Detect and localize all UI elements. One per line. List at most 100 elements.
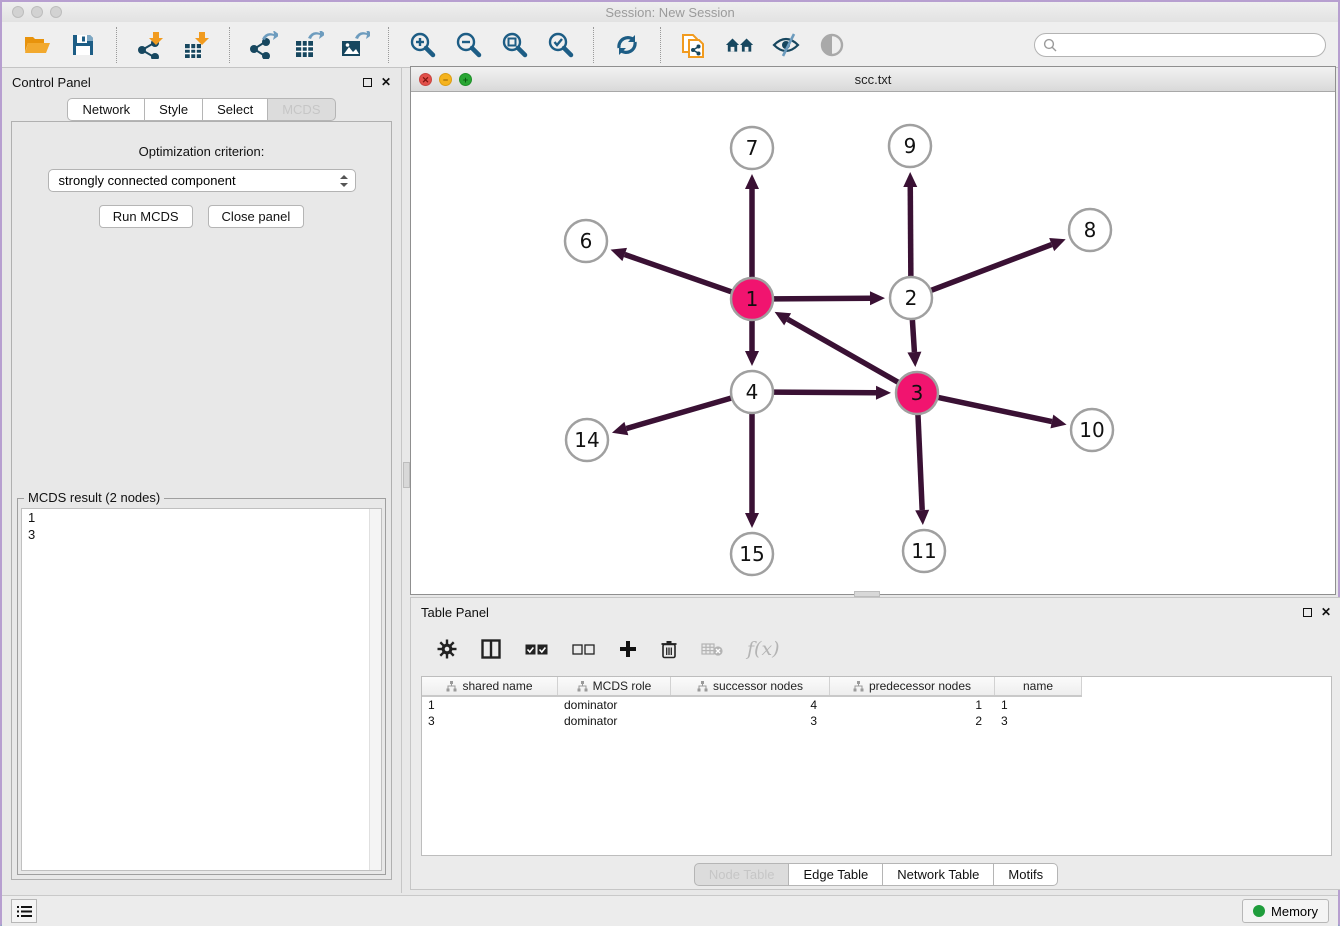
search-input[interactable] <box>1062 38 1317 52</box>
graph-edge[interactable] <box>918 414 922 510</box>
column-header[interactable]: predecessor nodes <box>830 677 995 695</box>
mcds-result-item[interactable]: 1 <box>22 509 381 526</box>
graph-edge[interactable] <box>625 255 732 293</box>
zoom-in-icon[interactable] <box>407 30 437 60</box>
control-panel: Control Panel ✕ Network Style Select MCD… <box>2 68 402 893</box>
graph-edge[interactable] <box>910 187 911 277</box>
graph-node-label: 7 <box>746 136 759 160</box>
toolbar-separator <box>116 27 117 63</box>
edge-arrowhead-icon <box>612 422 628 435</box>
table-cell[interactable]: 1 <box>422 697 558 713</box>
zoom-out-icon[interactable] <box>453 30 483 60</box>
zoom-selected-icon[interactable] <box>545 30 575 60</box>
network-window-title: scc.txt <box>411 72 1335 87</box>
import-network-icon[interactable] <box>135 30 165 60</box>
import-table-icon[interactable] <box>181 30 211 60</box>
tab-motifs[interactable]: Motifs <box>994 863 1058 886</box>
table-cell[interactable]: 2 <box>830 713 995 729</box>
float-panel-icon[interactable] <box>363 78 372 87</box>
table-cell[interactable]: 4 <box>671 697 830 713</box>
graph-edge[interactable] <box>773 298 870 299</box>
edge-arrowhead-icon <box>611 248 627 261</box>
show-all-icon[interactable] <box>817 30 847 60</box>
tab-edge-table[interactable]: Edge Table <box>789 863 883 886</box>
app-titlebar: Session: New Session <box>2 2 1338 22</box>
column-header[interactable]: MCDS role <box>558 677 671 695</box>
select-all-columns-icon[interactable] <box>525 643 548 656</box>
edge-arrowhead-icon <box>876 386 891 400</box>
close-panel-button[interactable]: Close panel <box>208 205 305 228</box>
close-table-panel-icon[interactable]: ✕ <box>1321 606 1331 618</box>
control-panel-title: Control Panel <box>12 75 91 90</box>
tab-network[interactable]: Network <box>67 98 145 121</box>
graph-edge[interactable] <box>912 319 914 352</box>
graph-edge[interactable] <box>773 392 876 393</box>
apply-layout-icon[interactable] <box>612 30 642 60</box>
table-cell[interactable]: dominator <box>558 697 671 713</box>
column-header[interactable]: name <box>995 677 1082 695</box>
first-neighbors-icon[interactable] <box>725 30 755 60</box>
table-cell[interactable]: 3 <box>422 713 558 729</box>
add-column-icon[interactable] <box>619 640 637 658</box>
run-mcds-button[interactable]: Run MCDS <box>99 205 193 228</box>
hide-selected-icon[interactable] <box>771 30 801 60</box>
table-cell[interactable]: 3 <box>671 713 830 729</box>
tab-network-table[interactable]: Network Table <box>883 863 994 886</box>
table-cell[interactable]: 3 <box>995 713 1082 729</box>
chevron-up-down-icon <box>339 174 349 188</box>
function-builder-icon[interactable]: f(x) <box>747 638 780 660</box>
network-maximize-button[interactable]: + <box>459 73 472 86</box>
column-header[interactable]: successor nodes <box>671 677 830 695</box>
export-network-icon[interactable] <box>248 30 278 60</box>
table-row[interactable]: 3dominator323 <box>422 713 1331 729</box>
network-minimize-button[interactable]: − <box>439 73 452 86</box>
optimization-criterion-select[interactable]: strongly connected component <box>48 169 356 192</box>
network-window-titlebar: ✕ − + scc.txt <box>411 67 1335 92</box>
float-table-panel-icon[interactable] <box>1303 608 1312 617</box>
table-body: 1dominator4113dominator323 <box>422 697 1331 729</box>
tab-mcds[interactable]: MCDS <box>268 98 335 121</box>
vertical-splitter-handle[interactable] <box>403 462 410 488</box>
tab-style[interactable]: Style <box>145 98 203 121</box>
table-options-icon[interactable] <box>437 639 457 659</box>
edge-arrowhead-icon <box>745 513 759 528</box>
delete-column-icon[interactable] <box>661 640 677 659</box>
table-row[interactable]: 1dominator411 <box>422 697 1331 713</box>
task-history-button[interactable] <box>11 899 37 923</box>
table-cell[interactable]: 1 <box>995 697 1082 713</box>
graph-edge[interactable] <box>938 397 1052 421</box>
result-scrollbar[interactable] <box>369 509 381 870</box>
export-image-icon[interactable] <box>340 30 370 60</box>
table-cell[interactable]: dominator <box>558 713 671 729</box>
network-close-button[interactable]: ✕ <box>419 73 432 86</box>
unselect-all-columns-icon[interactable] <box>572 643 595 656</box>
memory-status-icon <box>1253 905 1265 917</box>
column-header[interactable]: shared name <box>422 677 558 695</box>
export-table-icon[interactable] <box>294 30 324 60</box>
graph-edge[interactable] <box>788 319 899 382</box>
column-view-icon[interactable] <box>481 639 501 659</box>
app-window: { "window": { "title": "Session: New Ses… <box>0 0 1340 926</box>
edge-arrowhead-icon <box>1050 415 1066 429</box>
tab-select[interactable]: Select <box>203 98 268 121</box>
list-icon <box>17 905 32 918</box>
graph-node-label: 1 <box>746 287 759 311</box>
clone-network-icon[interactable] <box>679 30 709 60</box>
search-icon <box>1043 38 1057 52</box>
mcds-result-item[interactable]: 3 <box>22 526 381 543</box>
graph-edge[interactable] <box>626 398 731 429</box>
edge-arrowhead-icon <box>870 291 885 305</box>
table-cell[interactable]: 1 <box>830 697 995 713</box>
graph-node-label: 3 <box>911 381 924 405</box>
graph-edge[interactable] <box>931 245 1052 291</box>
close-panel-icon[interactable]: ✕ <box>381 76 391 88</box>
delete-table-icon[interactable] <box>701 642 723 657</box>
memory-button[interactable]: Memory <box>1242 899 1329 923</box>
save-session-icon[interactable] <box>68 30 98 60</box>
network-canvas[interactable]: 7968124314101511 <box>411 92 1335 594</box>
open-file-icon[interactable] <box>22 30 52 60</box>
tab-node-table[interactable]: Node Table <box>694 863 790 886</box>
search-field[interactable] <box>1034 33 1326 57</box>
mcds-result-list[interactable]: 13 <box>21 508 382 871</box>
zoom-fit-icon[interactable] <box>499 30 529 60</box>
